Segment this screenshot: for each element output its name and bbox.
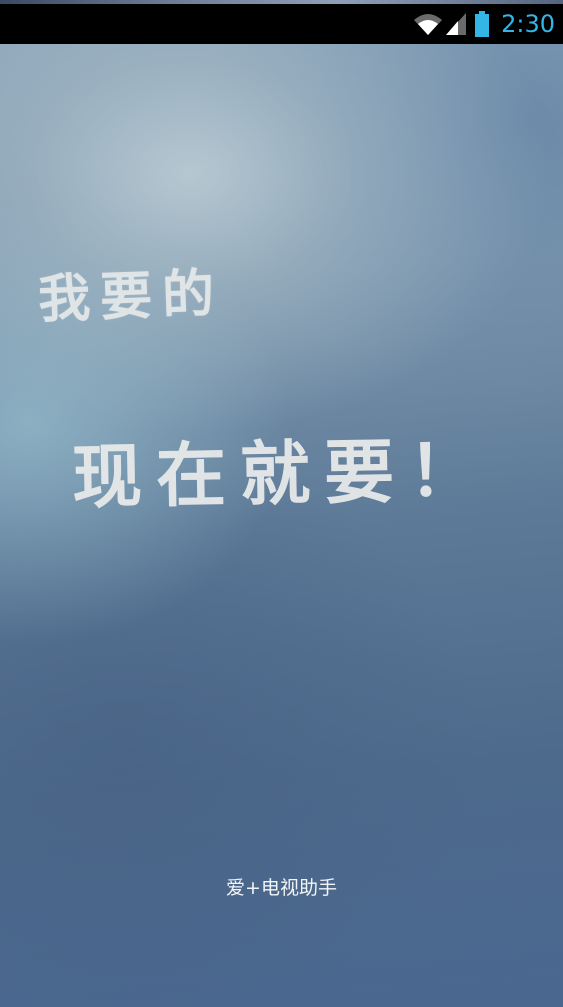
battery-icon xyxy=(475,11,490,37)
app-name-label: 爱+电视助手 xyxy=(226,877,337,899)
status-bar-top-edge xyxy=(0,0,563,4)
status-icons: 2:30 xyxy=(413,6,555,42)
status-bar: 2:30 xyxy=(0,0,563,44)
status-clock: 2:30 xyxy=(501,10,555,38)
wifi-icon xyxy=(414,14,443,35)
splash-screen: 2:30 我要的 现在就要！ 爱+电视助手 xyxy=(0,0,563,1007)
slogan-line-2: 现在就要！ xyxy=(71,428,493,519)
slogan-line-1: 我要的 xyxy=(37,262,226,331)
splash-background xyxy=(0,44,563,1007)
signal-icon xyxy=(446,13,467,35)
